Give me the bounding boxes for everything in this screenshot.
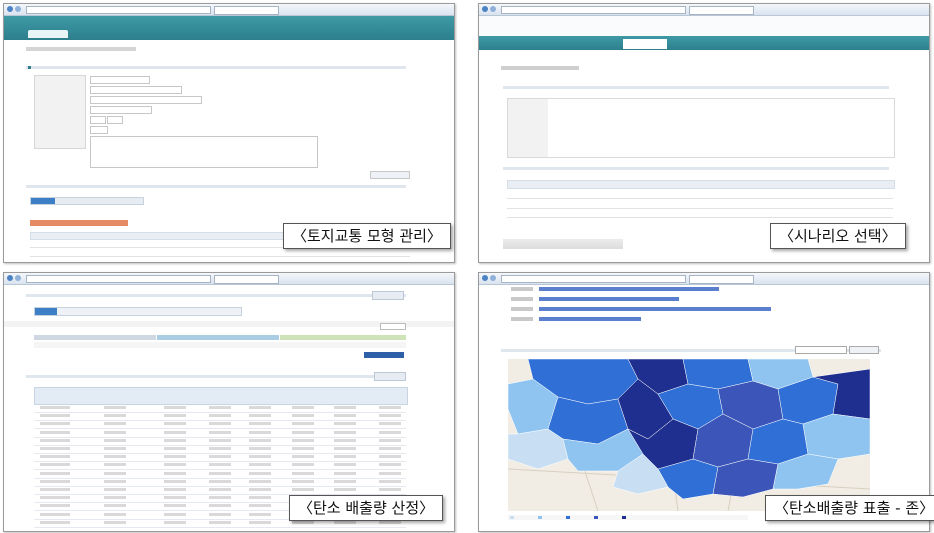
filter-header-b <box>157 335 279 340</box>
back-icon[interactable] <box>482 275 488 281</box>
table-header <box>507 180 895 189</box>
back-icon[interactable] <box>7 6 13 12</box>
back-icon[interactable] <box>7 275 13 281</box>
browser-toolbar <box>4 4 454 16</box>
screenshot-carbon-zone <box>478 272 930 532</box>
section-divider <box>26 185 406 188</box>
screenshot-carbon-estimate <box>3 272 455 532</box>
app-header <box>4 16 454 40</box>
text-field[interactable] <box>90 106 152 114</box>
scenario-info <box>507 98 895 158</box>
filter-button[interactable] <box>380 323 406 330</box>
results-table-header <box>34 387 408 405</box>
text-field[interactable] <box>90 96 202 104</box>
section-divider <box>26 375 406 378</box>
nav-tab-active[interactable] <box>623 39 667 49</box>
address-bar[interactable] <box>26 6 211 14</box>
save-button[interactable] <box>370 171 410 179</box>
tab-active[interactable] <box>31 198 55 204</box>
scenario-select[interactable] <box>795 346 847 354</box>
active-tab[interactable] <box>28 30 68 38</box>
section-divider <box>503 167 889 170</box>
calculate-button[interactable] <box>364 352 404 358</box>
filter-header-c <box>280 335 406 340</box>
text-field[interactable] <box>90 86 182 94</box>
browser-tab[interactable] <box>214 6 279 15</box>
section-divider <box>26 294 406 297</box>
tab-active[interactable] <box>35 308 57 315</box>
notice-bar <box>30 220 128 226</box>
description-textarea[interactable] <box>90 136 318 168</box>
select-field[interactable] <box>90 76 150 84</box>
browser-tab[interactable] <box>214 275 279 284</box>
text-field[interactable] <box>107 116 123 124</box>
caption-land-transport-model: 〈토지교통 모형 관리〉 <box>283 223 451 249</box>
address-bar[interactable] <box>501 6 686 14</box>
action-button[interactable] <box>372 291 404 300</box>
zone-emission-map[interactable] <box>508 359 870 511</box>
forward-icon[interactable] <box>15 275 21 281</box>
menu-tabs <box>34 307 242 316</box>
browser-tab[interactable] <box>689 275 754 284</box>
select-field[interactable] <box>90 126 108 134</box>
browser-toolbar <box>479 273 929 285</box>
back-icon[interactable] <box>482 6 488 12</box>
section-divider <box>26 66 406 69</box>
text-field[interactable] <box>90 116 106 124</box>
page-title <box>501 66 579 70</box>
caption-carbon-zone: 〈탄소배출량 표출 - 존〉 <box>765 495 934 521</box>
caption-scenario-select: 〈시나리오 선택〉 <box>770 223 906 249</box>
breadcrumb <box>26 47 136 51</box>
forward-icon[interactable] <box>490 275 496 281</box>
section-divider <box>503 86 889 89</box>
browser-tab[interactable] <box>689 6 754 15</box>
forward-icon[interactable] <box>15 6 21 12</box>
export-button[interactable] <box>374 372 406 381</box>
map-legend <box>508 515 748 520</box>
browser-toolbar <box>479 4 929 16</box>
caption-carbon-estimate: 〈탄소 배출량 산정〉 <box>289 495 444 521</box>
filter-header-a <box>34 335 156 340</box>
mode-tabs <box>30 197 144 205</box>
main-navigation <box>479 36 929 50</box>
search-button[interactable] <box>849 346 879 354</box>
address-bar[interactable] <box>26 275 211 283</box>
browser-toolbar <box>4 273 454 285</box>
footer-info <box>503 239 623 249</box>
address-bar[interactable] <box>501 275 686 283</box>
forward-icon[interactable] <box>490 6 496 12</box>
